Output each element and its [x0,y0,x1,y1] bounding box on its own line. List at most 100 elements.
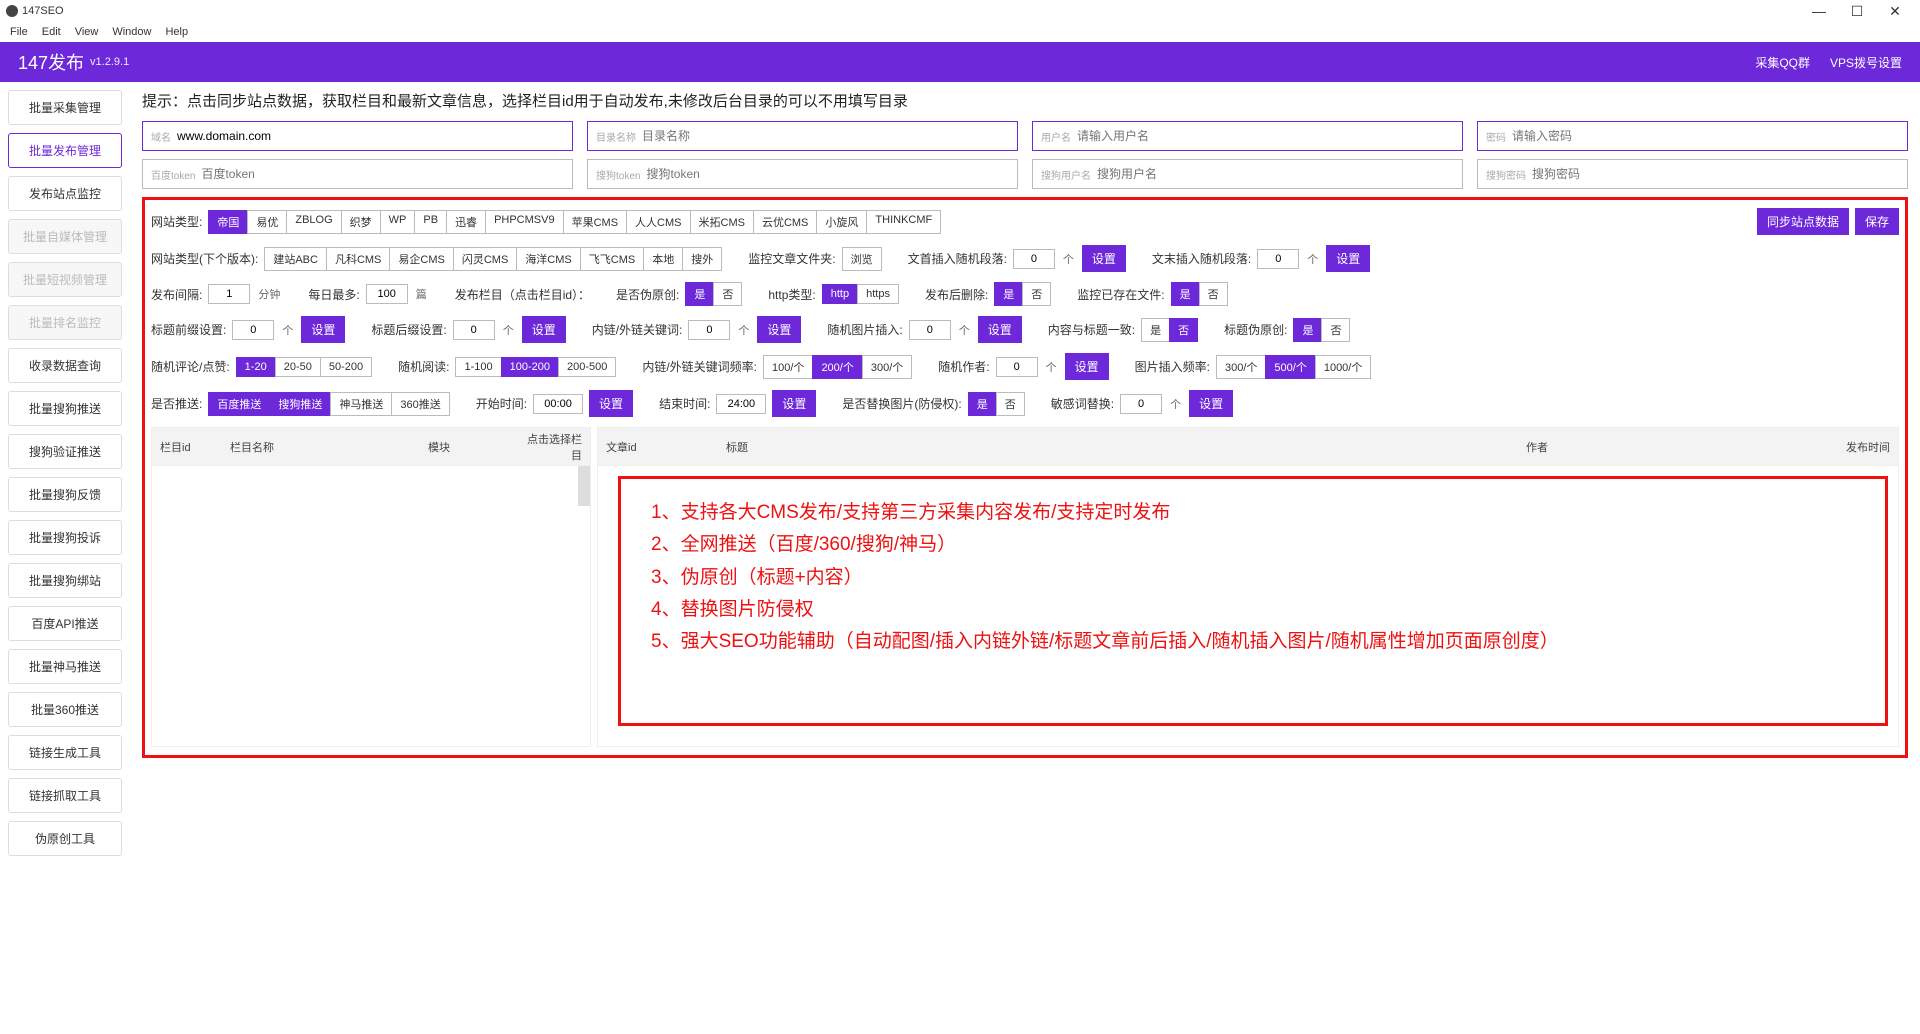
read-opt-1[interactable]: 100-200 [501,357,559,377]
delafter-yes[interactable]: 是 [994,282,1023,306]
push-opt-2[interactable]: 神马推送 [330,392,392,416]
delafter-no[interactable]: 否 [1022,282,1051,306]
sidebar-item-6[interactable]: 收录数据查询 [8,348,122,383]
site-type-next-3[interactable]: 闪灵CMS [453,247,517,271]
titlesuf-input[interactable] [453,320,495,340]
sidebar-item-0[interactable]: 批量采集管理 [8,90,122,125]
close-button[interactable]: ✕ [1876,3,1914,20]
sidebar-item-10[interactable]: 批量搜狗投诉 [8,520,122,555]
maximize-button[interactable]: ☐ [1838,3,1876,20]
imgfreq-opt-1[interactable]: 500/个 [1265,355,1315,379]
tail-para-input[interactable] [1257,249,1299,269]
input-domain[interactable] [177,129,564,143]
http-option[interactable]: http [822,284,858,304]
header-link-qq[interactable]: 采集QQ群 [1755,54,1810,71]
scrollbar[interactable] [578,466,590,506]
site-type-3[interactable]: 织梦 [341,210,381,234]
minimize-button[interactable]: — [1800,3,1838,19]
linkkw-input[interactable] [688,320,730,340]
sidebar-item-8[interactable]: 搜狗验证推送 [8,434,122,469]
input-suser[interactable] [1097,167,1454,181]
comm-opt-2[interactable]: 50-200 [320,357,372,377]
menu-help[interactable]: Help [159,24,194,40]
input-spass[interactable] [1532,167,1899,181]
header-link-vps[interactable]: VPS拨号设置 [1830,54,1902,71]
save-button[interactable]: 保存 [1855,208,1899,235]
site-type-next-2[interactable]: 易企CMS [389,247,453,271]
titlepseudo-yes[interactable]: 是 [1293,318,1322,342]
site-type-next-7[interactable]: 搜外 [682,247,722,271]
push-opt-3[interactable]: 360推送 [391,392,449,416]
tail-para-set[interactable]: 设置 [1326,245,1370,272]
input-pass[interactable] [1512,129,1899,143]
site-type-6[interactable]: 迅睿 [446,210,486,234]
imgfreq-opt-0[interactable]: 300/个 [1216,355,1266,379]
end-time-input[interactable] [716,394,766,414]
titlepseudo-no[interactable]: 否 [1321,318,1350,342]
read-opt-2[interactable]: 200-500 [558,357,616,377]
sidebar-item-9[interactable]: 批量搜狗反馈 [8,477,122,512]
freq-opt-1[interactable]: 200/个 [812,355,862,379]
interval-input[interactable] [208,284,250,304]
end-set[interactable]: 设置 [772,390,816,417]
sidebar-item-2[interactable]: 发布站点监控 [8,176,122,211]
menu-view[interactable]: View [69,24,105,40]
site-type-4[interactable]: WP [380,210,416,234]
freq-opt-0[interactable]: 100/个 [763,355,813,379]
menu-file[interactable]: File [4,24,34,40]
browse-button[interactable]: 浏览 [842,247,882,271]
sidebar-item-15[interactable]: 链接生成工具 [8,735,122,770]
sidebar-item-7[interactable]: 批量搜狗推送 [8,391,122,426]
input-stoken[interactable] [646,167,1009,181]
site-type-next-0[interactable]: 建站ABC [264,247,327,271]
site-type-next-6[interactable]: 本地 [643,247,683,271]
sidebar-item-13[interactable]: 批量神马推送 [8,649,122,684]
sidebar-item-17[interactable]: 伪原创工具 [8,821,122,856]
site-type-9[interactable]: 人人CMS [626,210,690,234]
randimg-set[interactable]: 设置 [978,316,1022,343]
comm-opt-1[interactable]: 20-50 [275,357,321,377]
site-type-8[interactable]: 苹果CMS [563,210,627,234]
dailymax-input[interactable] [366,284,408,304]
menu-edit[interactable]: Edit [36,24,67,40]
input-dir[interactable] [642,129,1009,143]
site-type-2[interactable]: ZBLOG [286,210,341,234]
linkkw-set[interactable]: 设置 [757,316,801,343]
replimg-no[interactable]: 否 [996,392,1025,416]
sync-button[interactable]: 同步站点数据 [1757,208,1849,235]
pseudo-no[interactable]: 否 [713,282,742,306]
start-time-input[interactable] [533,394,583,414]
titlepre-set[interactable]: 设置 [301,316,345,343]
start-set[interactable]: 设置 [589,390,633,417]
conttitle-yes[interactable]: 是 [1141,318,1170,342]
site-type-12[interactable]: 小旋风 [816,210,867,234]
site-type-next-4[interactable]: 海洋CMS [516,247,580,271]
sidebar-item-1[interactable]: 批量发布管理 [8,133,122,168]
conttitle-no[interactable]: 否 [1169,318,1198,342]
sidebar-item-16[interactable]: 链接抓取工具 [8,778,122,813]
imgfreq-opt-2[interactable]: 1000/个 [1315,355,1372,379]
freq-opt-2[interactable]: 300/个 [862,355,912,379]
site-type-5[interactable]: PB [414,210,447,234]
site-type-1[interactable]: 易优 [247,210,287,234]
sidebar-item-12[interactable]: 百度API推送 [8,606,122,641]
pseudo-yes[interactable]: 是 [685,282,714,306]
randauthor-set[interactable]: 设置 [1065,353,1109,380]
site-type-0[interactable]: 帝国 [208,210,248,234]
titlepre-input[interactable] [232,320,274,340]
input-btoken[interactable] [201,167,564,181]
site-type-7[interactable]: PHPCMSV9 [485,210,564,234]
sens-input[interactable] [1120,394,1162,414]
randimg-input[interactable] [909,320,951,340]
input-user[interactable] [1077,129,1454,143]
titlesuf-set[interactable]: 设置 [522,316,566,343]
head-para-input[interactable] [1013,249,1055,269]
site-type-11[interactable]: 云优CMS [753,210,817,234]
sidebar-item-14[interactable]: 批量360推送 [8,692,122,727]
site-type-13[interactable]: THINKCMF [866,210,941,234]
push-opt-1[interactable]: 搜狗推送 [269,392,331,416]
site-type-10[interactable]: 米拓CMS [690,210,754,234]
site-type-next-5[interactable]: 飞飞CMS [580,247,644,271]
push-opt-0[interactable]: 百度推送 [208,392,270,416]
comm-opt-0[interactable]: 1-20 [236,357,276,377]
